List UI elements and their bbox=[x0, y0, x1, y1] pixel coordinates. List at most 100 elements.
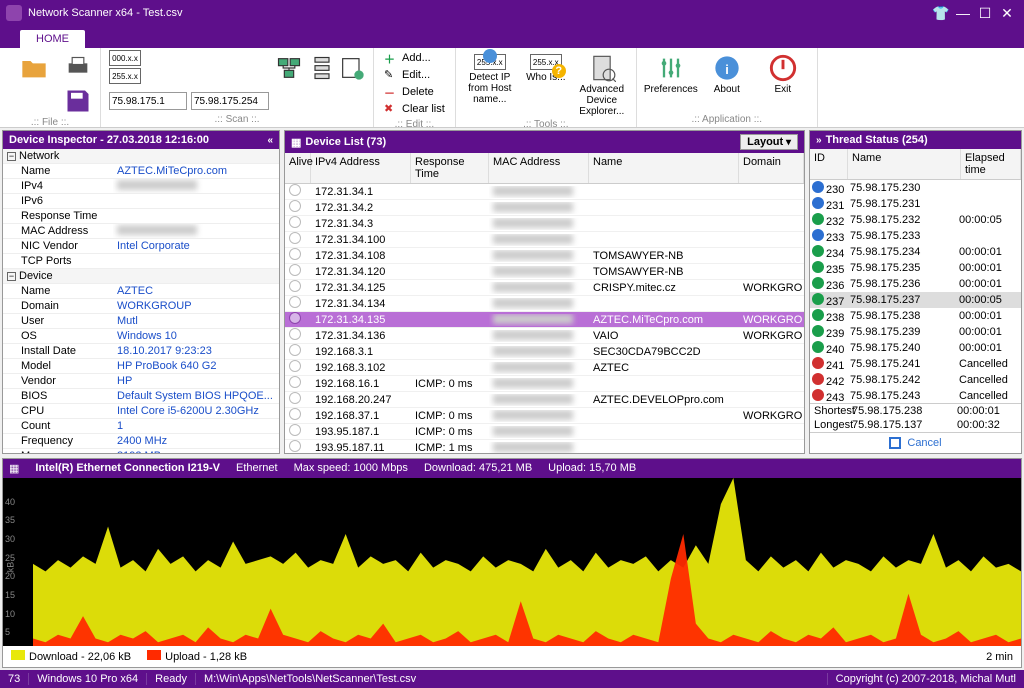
maximize-button[interactable]: ☐ bbox=[974, 5, 996, 22]
status-icon bbox=[812, 357, 824, 369]
thread-row[interactable]: 235 75.98.175.23500:00:01 bbox=[810, 260, 1021, 276]
inspector-row[interactable]: TCP Ports bbox=[3, 254, 279, 269]
inspector-row[interactable]: DomainWORKGROUP bbox=[3, 299, 279, 314]
inspector-row[interactable]: MAC Addressxxxxxx bbox=[3, 224, 279, 239]
shirt-icon[interactable]: 👕 bbox=[930, 5, 952, 22]
globe-icon bbox=[289, 184, 301, 196]
about-button[interactable]: iAbout bbox=[701, 50, 753, 95]
inspector-row[interactable]: BIOSDefault System BIOS HPQOE... bbox=[3, 389, 279, 404]
globe-icon bbox=[289, 296, 301, 308]
print-button[interactable] bbox=[64, 50, 92, 82]
collapse-icon[interactable]: « bbox=[267, 135, 273, 146]
tab-home[interactable]: HOME bbox=[20, 30, 85, 48]
status-icon bbox=[812, 229, 824, 241]
edit-button[interactable]: ✎Edit... bbox=[382, 67, 447, 83]
layout-button[interactable]: Layout ▾ bbox=[740, 134, 798, 150]
cancel-button[interactable]: Cancel bbox=[810, 432, 1021, 453]
thread-row[interactable]: 233 75.98.175.233 bbox=[810, 228, 1021, 244]
globe-icon bbox=[289, 376, 301, 388]
thread-row[interactable]: 242 75.98.175.242Cancelled bbox=[810, 372, 1021, 388]
scan-hosts-button[interactable] bbox=[309, 50, 335, 82]
device-row[interactable]: 193.95.187.11ICMP: 1 ms xx bbox=[285, 440, 804, 453]
device-row[interactable]: 172.31.34.135 xx AZTEC.MiTeCpro.comWORKG… bbox=[285, 312, 804, 328]
inspector-row[interactable]: IPv4xxxxxx bbox=[3, 179, 279, 194]
inspector-row[interactable]: UserMutl bbox=[3, 314, 279, 329]
collapse-icon[interactable]: » bbox=[816, 135, 822, 146]
globe-icon bbox=[289, 200, 301, 212]
traffic-graph-panel: ▦ Intel(R) Ethernet Connection I219-V Et… bbox=[2, 458, 1022, 668]
device-row[interactable]: 172.31.34.2 xx bbox=[285, 200, 804, 216]
globe-icon bbox=[289, 408, 301, 420]
thread-row[interactable]: 238 75.98.175.23800:00:01 bbox=[810, 308, 1021, 324]
device-row[interactable]: 172.31.34.108 xx TOMSAWYER-NB bbox=[285, 248, 804, 264]
device-row[interactable]: 172.31.34.134 xx bbox=[285, 296, 804, 312]
grid-icon: ▦ bbox=[291, 136, 301, 149]
inspector-row[interactable]: NameAZTEC.MiTeCpro.com bbox=[3, 164, 279, 179]
inspector-row[interactable]: CPUIntel Core i5-6200U 2.30GHz bbox=[3, 404, 279, 419]
globe-icon bbox=[289, 264, 301, 276]
inspector-row[interactable]: Install Date18.10.2017 9:23:23 bbox=[3, 344, 279, 359]
thread-row[interactable]: 243 75.98.175.243Cancelled bbox=[810, 388, 1021, 403]
device-row[interactable]: 192.168.20.247 xx AZTEC.DEVELOPpro.com bbox=[285, 392, 804, 408]
open-button[interactable] bbox=[8, 50, 60, 82]
device-row[interactable]: 192.168.3.102 xx AZTEC bbox=[285, 360, 804, 376]
save-button[interactable] bbox=[64, 83, 92, 115]
exit-button[interactable]: Exit bbox=[757, 50, 809, 95]
titlebar: Network Scanner x64 - Test.csv 👕 — ☐ ✕ bbox=[0, 0, 1024, 26]
inspector-row[interactable]: OSWindows 10 bbox=[3, 329, 279, 344]
ribbon: .:: File ::. 000.x.x 255.x.x .:: Scan ::… bbox=[0, 48, 1024, 128]
device-row[interactable]: 172.31.34.120 xx TOMSAWYER-NB bbox=[285, 264, 804, 280]
minimize-button[interactable]: — bbox=[952, 5, 974, 21]
traffic-chart: 510152025303540 kB bbox=[3, 478, 1021, 646]
detect-ip-button[interactable]: 255.x.x Detect IP from Host name... bbox=[464, 50, 516, 105]
device-explorer-button[interactable]: Advanced Device Explorer... bbox=[576, 50, 628, 117]
inspector-row[interactable]: Response Time bbox=[3, 209, 279, 224]
device-row[interactable]: 172.31.34.125 xx CRISPY.mitec.czWORKGRO bbox=[285, 280, 804, 296]
status-icon bbox=[812, 373, 824, 385]
device-row[interactable]: 172.31.34.136 xx VAIOWORKGRO bbox=[285, 328, 804, 344]
device-row[interactable]: 193.95.187.1ICMP: 0 ms xx bbox=[285, 424, 804, 440]
inspector-row[interactable]: Memory8192 MB bbox=[3, 449, 279, 454]
device-row[interactable]: 192.168.3.1 xx SEC30CDA79BCC2D bbox=[285, 344, 804, 360]
delete-button[interactable]: －Delete bbox=[382, 84, 447, 100]
status-copyright: Copyright (c) 2007-2018, Michal Mutl bbox=[828, 673, 1024, 685]
ip-from-input[interactable] bbox=[109, 92, 187, 110]
ribbon-tabs: HOME bbox=[0, 26, 1024, 48]
thread-row[interactable]: 237 75.98.175.23700:00:05 bbox=[810, 292, 1021, 308]
ip-to-input[interactable] bbox=[191, 92, 269, 110]
device-row[interactable]: 172.31.34.100 xx bbox=[285, 232, 804, 248]
add-button[interactable]: ＋Add... bbox=[382, 50, 447, 66]
thread-row[interactable]: 232 75.98.175.23200:00:05 bbox=[810, 212, 1021, 228]
status-count: 73 bbox=[0, 673, 29, 685]
inspector-title: Device Inspector - 27.03.2018 12:16:00 bbox=[9, 134, 209, 146]
device-row[interactable]: 172.31.34.1 xx bbox=[285, 184, 804, 200]
thread-row[interactable]: 236 75.98.175.23600:00:01 bbox=[810, 276, 1021, 292]
close-button[interactable]: ✕ bbox=[996, 5, 1018, 22]
globe-icon bbox=[289, 440, 301, 452]
thread-row[interactable]: 239 75.98.175.23900:00:01 bbox=[810, 324, 1021, 340]
whois-button[interactable]: 255.x.x? Who Is... bbox=[520, 50, 572, 83]
clear-list-button[interactable]: ✖Clear list bbox=[382, 101, 447, 117]
device-row[interactable]: 192.168.16.1ICMP: 0 ms xx bbox=[285, 376, 804, 392]
scan-single-button[interactable] bbox=[339, 50, 365, 82]
device-row[interactable]: 172.31.34.3 xx bbox=[285, 216, 804, 232]
inspector-row[interactable]: VendorHP bbox=[3, 374, 279, 389]
thread-status-panel: »Thread Status (254) IDNameElapsed time … bbox=[809, 130, 1022, 454]
thread-row[interactable]: 241 75.98.175.241Cancelled bbox=[810, 356, 1021, 372]
scan-network-button[interactable] bbox=[273, 50, 305, 82]
inspector-row[interactable]: NIC VendorIntel Corporate bbox=[3, 239, 279, 254]
inspector-row[interactable]: IPv6 bbox=[3, 194, 279, 209]
inspector-row[interactable]: ModelHP ProBook 640 G2 bbox=[3, 359, 279, 374]
thread-row[interactable]: 230 75.98.175.230 bbox=[810, 180, 1021, 196]
thread-row[interactable]: 231 75.98.175.231 bbox=[810, 196, 1021, 212]
status-icon bbox=[812, 213, 824, 225]
inspector-row[interactable]: Frequency2400 MHz bbox=[3, 434, 279, 449]
thread-row[interactable]: 234 75.98.175.23400:00:01 bbox=[810, 244, 1021, 260]
device-row[interactable]: 192.168.37.1ICMP: 0 ms xx WORKGRO bbox=[285, 408, 804, 424]
thread-row[interactable]: 240 75.98.175.24000:00:01 bbox=[810, 340, 1021, 356]
inspector-row[interactable]: Count1 bbox=[3, 419, 279, 434]
preferences-button[interactable]: Preferences bbox=[645, 50, 697, 95]
inspector-row[interactable]: NameAZTEC bbox=[3, 284, 279, 299]
adapter-name: Intel(R) Ethernet Connection I219-V bbox=[35, 462, 220, 475]
globe-icon bbox=[289, 360, 301, 372]
